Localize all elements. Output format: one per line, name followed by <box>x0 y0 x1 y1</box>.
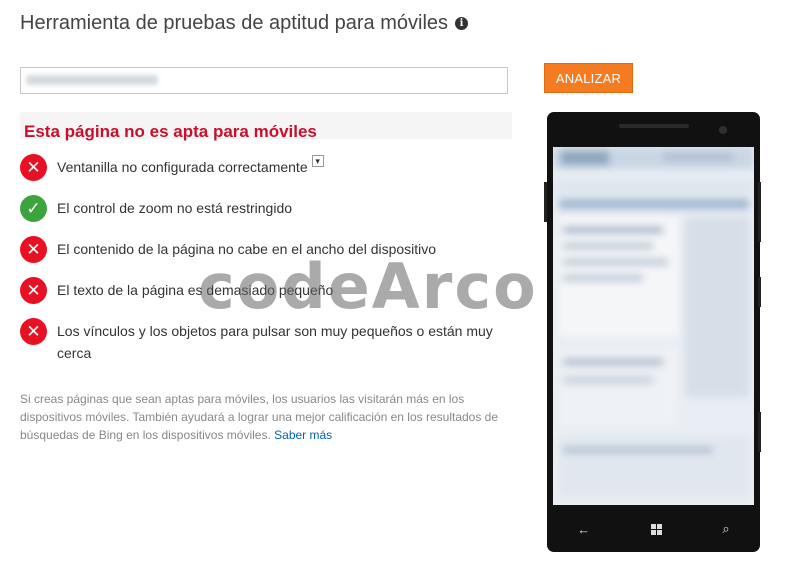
fail-icon: ✕ <box>20 236 47 263</box>
phone-side-button <box>544 182 547 222</box>
phone-screen-preview <box>553 147 754 505</box>
check-item-viewport: ✕ Ventanilla no configurada correctament… <box>20 154 324 181</box>
fail-icon: ✕ <box>20 154 47 181</box>
check-item-zoom: ✓ El control de zoom no está restringido <box>20 195 293 222</box>
result-title: Esta página no es apta para móviles <box>24 122 317 141</box>
phone-nav-bar: ← ⌕ <box>547 506 760 552</box>
phone-speaker <box>619 124 689 128</box>
page-title: Herramienta de pruebas de aptitud para m… <box>20 12 469 35</box>
check-label: Los vínculos y los objetos para pulsar s… <box>57 323 493 361</box>
pass-icon: ✓ <box>20 195 47 222</box>
fail-icon: ✕ <box>20 277 47 304</box>
check-label: Ventanilla no configurada correctamente <box>57 159 308 175</box>
check-item-tap-targets: ✕ Los vínculos y los objetos para pulsar… <box>20 318 510 364</box>
page-title-text: Herramienta de pruebas de aptitud para m… <box>20 12 449 34</box>
phone-camera <box>719 126 727 134</box>
info-note: Si creas páginas que sean aptas para móv… <box>20 390 512 444</box>
phone-side-button <box>758 182 761 242</box>
check-label: El control de zoom no está restringido <box>57 200 293 216</box>
result-banner: Esta página no es apta para móviles <box>20 112 512 141</box>
blurred-page-preview <box>553 147 754 505</box>
check-item-text-size: ✕ El texto de la página es demasiado peq… <box>20 277 334 304</box>
info-note-text: Si creas páginas que sean aptas para móv… <box>20 392 499 442</box>
windows-logo-icon <box>650 523 662 535</box>
search-icon: ⌕ <box>722 521 730 536</box>
back-arrow-icon: ← <box>577 521 591 537</box>
chevron-down-icon[interactable]: ▾ <box>311 155 324 167</box>
phone-side-button <box>758 277 761 307</box>
check-item-content-width: ✕ El contenido de la página no cabe en e… <box>20 236 437 263</box>
info-icon[interactable]: i <box>455 17 469 30</box>
analyze-button[interactable]: ANALIZAR <box>544 63 633 93</box>
fail-icon: ✕ <box>20 318 47 345</box>
phone-preview: ← ⌕ <box>544 112 761 552</box>
url-input-blurred-value <box>26 75 158 85</box>
check-label: El texto de la página es demasiado peque… <box>57 282 334 298</box>
learn-more-link[interactable]: Saber más <box>274 428 332 442</box>
check-label: El contenido de la página no cabe en el … <box>57 241 437 257</box>
phone-side-button <box>758 412 761 452</box>
